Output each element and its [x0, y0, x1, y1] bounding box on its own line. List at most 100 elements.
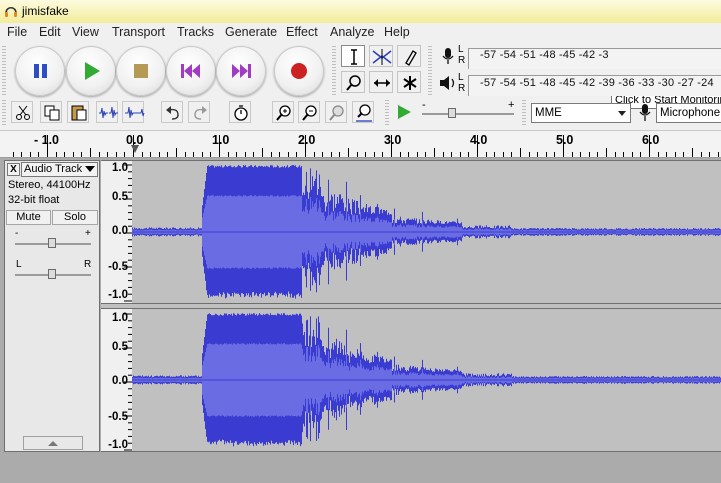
zoom-out-button[interactable] — [298, 101, 320, 123]
silence-audio-icon — [125, 106, 145, 119]
track-format-rate: Stereo, 44100Hz — [8, 179, 91, 191]
pan-left-label: L — [16, 259, 22, 270]
empty-track-area[interactable] — [0, 452, 721, 483]
tools-toolbar-grip[interactable] — [332, 46, 336, 96]
microphone-icon[interactable] — [436, 45, 460, 67]
pause-button[interactable] — [15, 46, 65, 96]
play-speed-thumb[interactable] — [448, 108, 456, 118]
fit-selection-button[interactable] — [325, 101, 347, 123]
collapse-track-button[interactable] — [23, 436, 83, 450]
skip-to-start-button[interactable] — [166, 46, 216, 96]
copy-button[interactable] — [40, 101, 62, 123]
zoom-out-icon — [302, 105, 317, 121]
ruler-label: 1.0 — [212, 133, 230, 147]
mute-button[interactable]: Mute — [6, 210, 51, 225]
zoom-selection-icon — [329, 105, 344, 121]
audio-host-value: MME — [535, 107, 562, 119]
sync-lock-button[interactable] — [229, 101, 251, 123]
track-close-button[interactable]: X — [7, 163, 20, 176]
magnifier-icon — [346, 75, 361, 91]
redo-icon — [194, 106, 207, 120]
zoom-tool[interactable] — [341, 71, 365, 93]
waveform-left — [132, 165, 721, 299]
audio-host-select[interactable]: MME — [531, 103, 631, 123]
play-at-speed-grip[interactable] — [385, 100, 389, 126]
redo-button[interactable] — [188, 101, 210, 123]
menu-tracks[interactable]: Tracks — [177, 25, 214, 39]
skip-start-icon — [181, 64, 200, 78]
undo-button[interactable] — [161, 101, 183, 123]
track-name-menu[interactable]: Audio Track — [21, 162, 98, 177]
audacity-headphones-icon — [5, 6, 17, 17]
menu-bar: File Edit View Transport Tracks Generate… — [0, 23, 721, 43]
paste-button[interactable] — [67, 101, 89, 123]
play-button[interactable] — [66, 46, 116, 96]
multi-tool[interactable] — [397, 71, 421, 93]
play-green-icon — [398, 105, 411, 119]
edit-toolbar-grip[interactable] — [2, 100, 6, 126]
speed-plus-label: + — [508, 99, 515, 111]
time-shift-tool[interactable] — [369, 71, 393, 93]
menu-edit[interactable]: Edit — [39, 25, 61, 39]
ruler-label: 2.0 — [298, 133, 316, 147]
stopwatch-icon — [234, 105, 248, 121]
ruler-label: 5.0 — [556, 133, 574, 147]
meter-toolbar-grip[interactable] — [428, 46, 432, 96]
stop-icon — [134, 64, 148, 78]
playback-meter-scale: -57 -54 -51 -48 -45 -42 -39 -36 -33 -30 … — [480, 77, 714, 89]
gain-minus-label: - — [15, 228, 19, 239]
record-button[interactable] — [274, 46, 324, 96]
playhead-marker-icon[interactable] — [130, 145, 140, 155]
track-format-bits: 32-bit float — [8, 194, 60, 206]
waveform-channel-right[interactable] — [132, 309, 721, 452]
input-device-value: Microphone ( — [660, 107, 721, 119]
asterisk-icon — [403, 76, 417, 90]
play-speed-slider[interactable] — [422, 113, 514, 115]
pan-slider-thumb[interactable] — [48, 269, 56, 279]
zoom-in-button[interactable] — [272, 101, 294, 123]
paste-icon — [71, 105, 87, 121]
trim-button[interactable] — [96, 101, 118, 123]
ibeam-icon — [351, 49, 357, 65]
fit-project-button[interactable] — [352, 101, 374, 123]
selection-tool[interactable] — [341, 45, 365, 67]
scissors-icon — [16, 105, 30, 120]
undo-icon — [166, 106, 179, 120]
play-at-speed-button[interactable] — [393, 101, 415, 123]
track-menu-arrow-icon — [85, 166, 95, 172]
solo-button[interactable]: Solo — [52, 210, 98, 225]
stop-button[interactable] — [116, 46, 166, 96]
double-arrow-icon — [374, 79, 390, 87]
gain-slider-thumb[interactable] — [48, 238, 56, 248]
speaker-icon[interactable] — [436, 72, 460, 94]
skip-to-end-button[interactable] — [216, 46, 266, 96]
track-name: Audio Track — [24, 163, 83, 175]
waveform-channel-left[interactable] — [132, 160, 721, 303]
input-device-select[interactable]: Microphone ( — [656, 103, 721, 123]
speed-minus-label: - — [422, 99, 426, 111]
menu-file[interactable]: File — [7, 25, 27, 39]
menu-view[interactable]: View — [72, 25, 99, 39]
menu-transport[interactable]: Transport — [112, 25, 165, 39]
pause-icon — [34, 64, 47, 78]
draw-tool[interactable] — [397, 45, 421, 67]
silence-button[interactable] — [122, 101, 145, 123]
device-toolbar-grip[interactable] — [522, 100, 526, 126]
menu-analyze[interactable]: Analyze — [330, 25, 374, 39]
menu-generate[interactable]: Generate — [225, 25, 277, 39]
zoom-fit-icon — [356, 104, 372, 122]
window-title: jimisfake — [22, 4, 69, 18]
cut-button[interactable] — [11, 101, 33, 123]
play-icon — [85, 62, 100, 80]
play-meter-channels: L R — [458, 72, 466, 94]
menu-help[interactable]: Help — [384, 25, 410, 39]
track-control-panel: X Audio Track Stereo, 44100Hz 32-bit flo… — [4, 160, 100, 452]
menu-effect[interactable]: Effect — [286, 25, 318, 39]
chevron-down-icon — [618, 111, 626, 116]
record-meter-scale: -57 -54 -51 -48 -45 -42 -3 — [480, 49, 609, 61]
pan-right-label: R — [84, 259, 92, 270]
skip-end-icon — [232, 64, 251, 78]
timeline-ruler[interactable]: - 1.0 0.0 1.0 2.0 3.0 4.0 5.0 6.0 — [0, 131, 721, 158]
envelope-tool[interactable] — [369, 45, 393, 67]
transport-toolbar-grip[interactable] — [2, 46, 6, 96]
